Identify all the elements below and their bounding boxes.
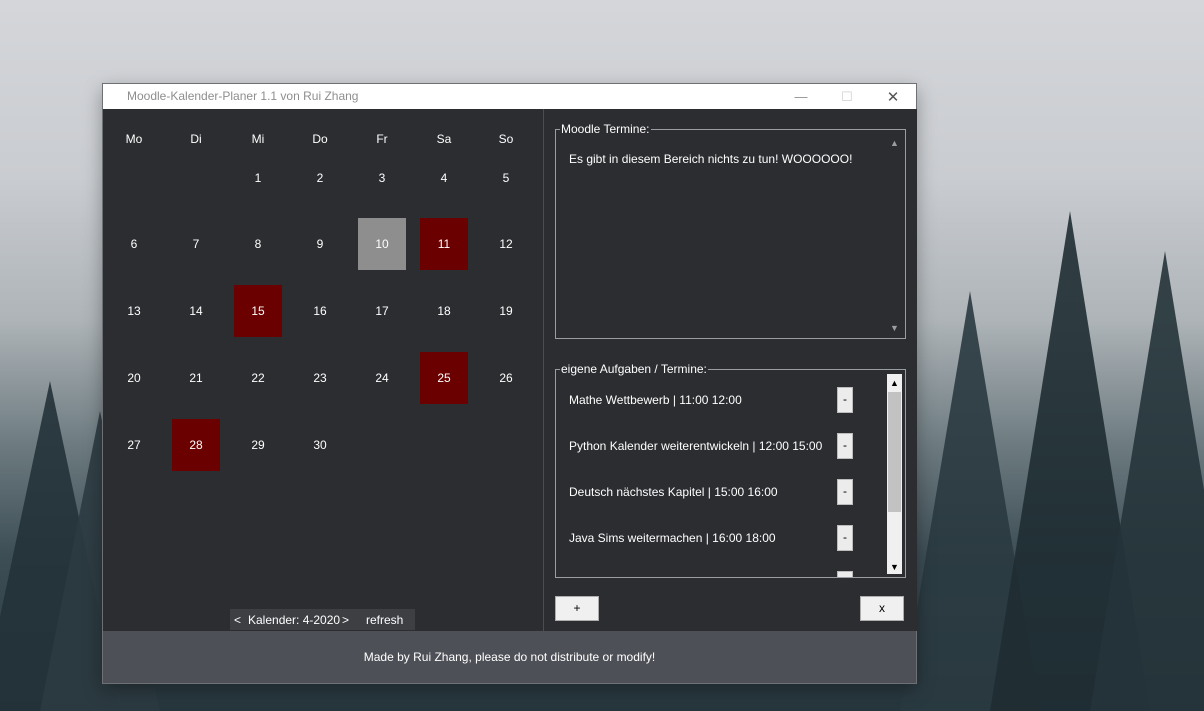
close-button[interactable]: ✕ bbox=[870, 84, 916, 109]
calendar-day[interactable]: 23 bbox=[296, 352, 344, 404]
calendar-day[interactable]: 9 bbox=[296, 218, 344, 270]
add-task-button[interactable]: + bbox=[555, 596, 599, 621]
tasks-box: eigene Aufgaben / Termine: Mathe Wettbew… bbox=[555, 362, 906, 578]
calendar-day[interactable]: 12 bbox=[482, 218, 530, 270]
task-item: Java Sims weitermachen | 16:00 18:00 bbox=[569, 531, 776, 545]
calendar-day[interactable]: 27 bbox=[110, 419, 158, 471]
clear-button[interactable]: x bbox=[860, 596, 904, 621]
app-window: Moodle-Kalender-Planer 1.1 von Rui Zhang… bbox=[103, 84, 917, 683]
calendar-day[interactable]: 20 bbox=[110, 352, 158, 404]
scroll-down-icon[interactable]: ▼ bbox=[887, 321, 902, 336]
scroll-up-icon[interactable]: ▲ bbox=[887, 376, 902, 391]
moodle-scrollbar[interactable]: ▲ ▼ bbox=[887, 134, 902, 334]
calendar-day[interactable]: 25 bbox=[420, 352, 468, 404]
weekday-header: Di bbox=[190, 132, 202, 146]
title-bar[interactable]: Moodle-Kalender-Planer 1.1 von Rui Zhang… bbox=[103, 84, 916, 109]
calendar-nav: < Kalender: 4-2020 > refresh bbox=[230, 609, 415, 630]
task-item: Deutsch nächstes Kapitel | 15:00 16:00 bbox=[569, 485, 778, 499]
partial-remove-button[interactable] bbox=[837, 571, 853, 577]
calendar-day[interactable]: 29 bbox=[234, 419, 282, 471]
minimize-button[interactable]: — bbox=[778, 84, 824, 109]
calendar-day[interactable]: 24 bbox=[358, 352, 406, 404]
calendar-day[interactable]: 5 bbox=[482, 152, 530, 204]
next-month-button[interactable]: > bbox=[342, 613, 349, 627]
tasks-scrollbar[interactable]: ▲ ▼ bbox=[887, 374, 902, 574]
calendar-day[interactable]: 13 bbox=[110, 285, 158, 337]
calendar-day[interactable]: 17 bbox=[358, 285, 406, 337]
calendar-day[interactable]: 18 bbox=[420, 285, 468, 337]
moodle-message: Es gibt in diesem Bereich nichts zu tun!… bbox=[569, 152, 853, 166]
remove-task-button[interactable]: - bbox=[837, 433, 853, 459]
calendar-day[interactable]: 10 bbox=[358, 218, 406, 270]
prev-month-button[interactable]: < bbox=[234, 613, 241, 627]
weekday-header: Sa bbox=[436, 132, 452, 146]
weekday-header: Mi bbox=[251, 132, 265, 146]
remove-task-button[interactable]: - bbox=[837, 525, 853, 551]
right-panel: Moodle Termine: Es gibt in diesem Bereic… bbox=[543, 109, 917, 631]
calendar-panel: < Kalender: 4-2020 > refresh Mo Di Mi Do Fr S… bbox=[103, 109, 543, 631]
footer-text: Made by Rui Zhang, please do not distrib… bbox=[363, 650, 656, 664]
weekday-header: Do bbox=[312, 132, 328, 146]
task-list: Mathe Wettbewerb | 11:00 12:00 - Python … bbox=[556, 370, 886, 577]
calendar-day[interactable]: 8 bbox=[234, 218, 282, 270]
weekday-header: Fr bbox=[376, 132, 388, 146]
calendar-day[interactable]: 11 bbox=[420, 218, 468, 270]
calendar-day[interactable]: 16 bbox=[296, 285, 344, 337]
remove-task-button[interactable]: - bbox=[837, 387, 853, 413]
calendar-day[interactable]: 28 bbox=[172, 419, 220, 471]
calendar-day[interactable]: 1 bbox=[234, 152, 282, 204]
calendar-day[interactable]: 2 bbox=[296, 152, 344, 204]
calendar-month-label: Kalender: 4-2020 bbox=[248, 613, 341, 627]
calendar-day[interactable]: 4 bbox=[420, 152, 468, 204]
calendar-day[interactable]: 7 bbox=[172, 218, 220, 270]
scroll-thumb[interactable] bbox=[888, 392, 901, 512]
calendar-day[interactable]: 21 bbox=[172, 352, 220, 404]
window-title: Moodle-Kalender-Planer 1.1 von Rui Zhang bbox=[127, 89, 359, 103]
scroll-down-icon[interactable]: ▼ bbox=[887, 560, 902, 575]
calendar-day[interactable]: 15 bbox=[234, 285, 282, 337]
remove-task-button[interactable]: - bbox=[837, 479, 853, 505]
moodle-termine-box: Moodle Termine: Es gibt in diesem Bereic… bbox=[555, 122, 906, 339]
calendar-day[interactable]: 3 bbox=[358, 152, 406, 204]
refresh-button[interactable]: refresh bbox=[366, 613, 403, 627]
moodle-termine-legend: Moodle Termine: bbox=[560, 122, 651, 136]
calendar-day[interactable]: 26 bbox=[482, 352, 530, 404]
task-item: Mathe Wettbewerb | 11:00 12:00 bbox=[569, 393, 742, 407]
footer: Made by Rui Zhang, please do not distrib… bbox=[103, 631, 916, 683]
task-item: Python Kalender weiterentwickeln | 12:00… bbox=[569, 439, 823, 453]
calendar-day[interactable]: 30 bbox=[296, 419, 344, 471]
calendar-day[interactable]: 6 bbox=[110, 218, 158, 270]
weekday-header: So bbox=[498, 132, 514, 146]
calendar-day[interactable]: 19 bbox=[482, 285, 530, 337]
calendar-day[interactable]: 22 bbox=[234, 352, 282, 404]
maximize-button[interactable]: ☐ bbox=[824, 84, 870, 109]
scroll-up-icon[interactable]: ▲ bbox=[887, 136, 902, 151]
weekday-header: Mo bbox=[125, 132, 143, 146]
calendar-day[interactable]: 14 bbox=[172, 285, 220, 337]
